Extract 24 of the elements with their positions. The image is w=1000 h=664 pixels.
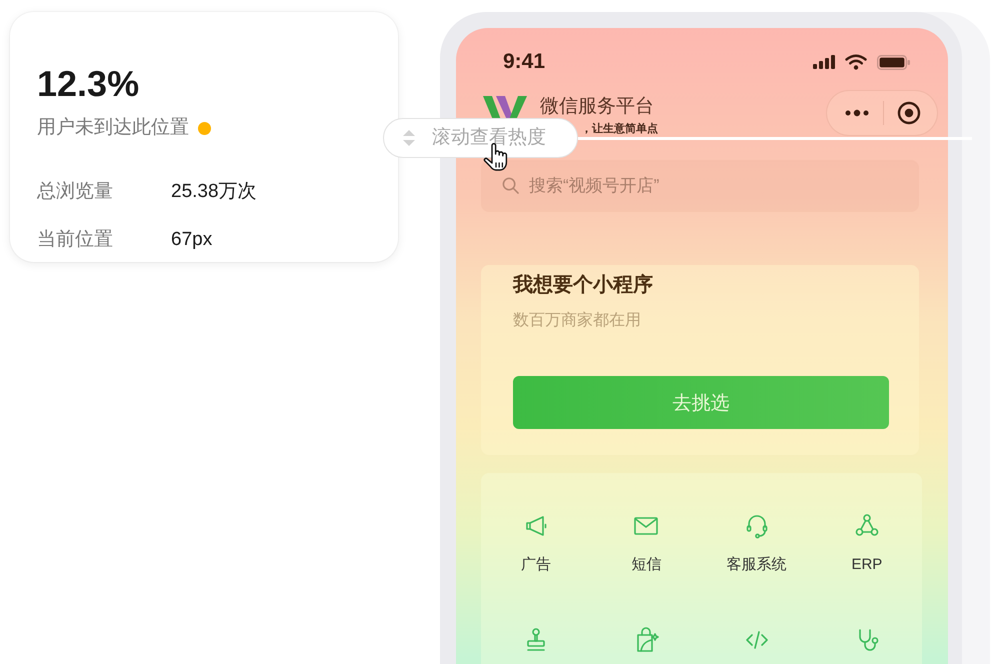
metric-label: 当前位置 — [37, 228, 114, 252]
search-icon — [502, 177, 519, 194]
status-dot-icon — [198, 122, 211, 134]
battery-icon — [877, 54, 910, 70]
metric-label: 总浏览量 — [37, 180, 114, 204]
position-caption: 用户未到达此位置 — [37, 116, 189, 140]
promo-subtitle: 数百万商家都在用 — [513, 310, 641, 331]
signal-icon — [813, 55, 835, 69]
more-icon[interactable] — [844, 109, 870, 117]
app-title: 微信服务平台 — [540, 96, 654, 118]
metric-value: 67px — [171, 228, 212, 252]
status-time: 9:41 — [503, 49, 546, 75]
service-button[interactable]: 客服系统 — [726, 512, 787, 575]
percentage-value: 12.3% — [37, 64, 140, 104]
logo-icon — [483, 95, 527, 121]
service-button[interactable]: ERP — [851, 512, 882, 575]
close-target-icon[interactable] — [896, 101, 920, 125]
service-button[interactable]: 广告 — [521, 512, 552, 575]
wifi-icon — [845, 54, 867, 70]
app-subtitle: ，让生意简单点 — [581, 122, 658, 136]
promo-title: 我想要个小程序 — [513, 272, 653, 298]
metric-value: 25.38万次 — [171, 180, 257, 204]
service-button[interactable]: 短信 — [631, 512, 662, 575]
sort-arrows-icon — [401, 129, 417, 147]
